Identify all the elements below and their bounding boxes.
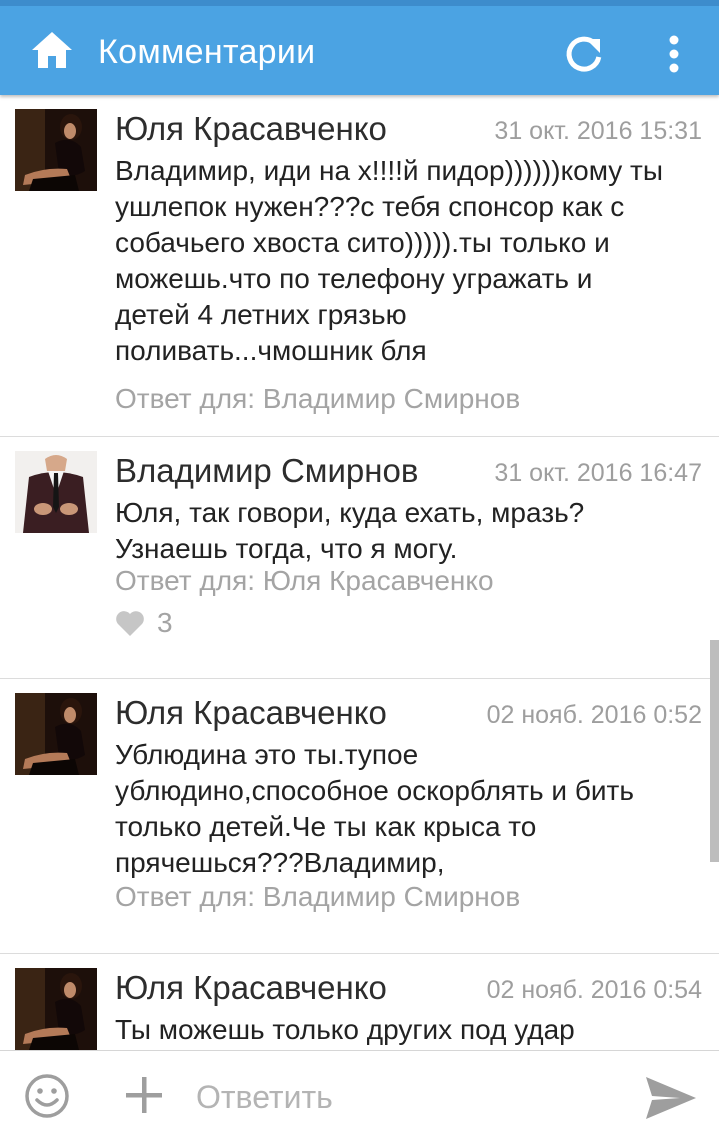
reply-input[interactable]	[196, 1075, 616, 1119]
avatar[interactable]	[15, 451, 97, 533]
comment-text: Владимир, иди на х!!!!й пидор))))))кому …	[115, 153, 710, 369]
comment-text: Ублюдина это ты.тупое ублюдино,способное…	[115, 737, 710, 881]
comment-text-line: Ты можешь только других под удар	[115, 1014, 575, 1045]
home-button[interactable]	[28, 26, 76, 74]
comment-text-line: Узнаешь тогда, что я могу.	[115, 533, 458, 564]
comment-text-line: ублюдино,способное оскорблять и бить	[115, 775, 634, 806]
avatar[interactable]	[15, 693, 97, 775]
avatar[interactable]	[15, 968, 97, 1050]
comment-text-line: можешь.что по телефону угражать и	[115, 263, 593, 294]
comment-text-line: Юля, так говори, куда ехать, мразь?	[115, 497, 585, 528]
comment-text: Юля, так говори, куда ехать, мразь? Узна…	[115, 495, 710, 567]
refresh-icon	[566, 36, 602, 72]
more-vert-icon	[669, 35, 679, 73]
reply-to-link[interactable]: Ответ для: Юля Красавченко	[115, 563, 494, 599]
emoji-button[interactable]	[24, 1073, 70, 1119]
reply-composer	[0, 1050, 719, 1140]
comment-list[interactable]: Юля Красавченко 31 окт. 2016 15:31 Влади…	[0, 95, 719, 1050]
comment-author[interactable]: Юля Красавченко	[115, 693, 387, 733]
comment-date: 31 окт. 2016 15:31	[494, 117, 702, 145]
comment-text-line: собачьего хвоста сито))))).ты только и	[115, 227, 610, 258]
plus-icon	[126, 1077, 162, 1113]
comment-author[interactable]: Юля Красавченко	[115, 109, 387, 149]
reply-to-link[interactable]: Ответ для: Владимир Смирнов	[115, 879, 520, 915]
comment-item[interactable]: Владимир Смирнов 31 окт. 2016 16:47 Юля,…	[0, 437, 719, 679]
comment-text-line: ушлепок нужен???с тебя спонсор как с	[115, 191, 625, 222]
avatar[interactable]	[15, 109, 97, 191]
send-button[interactable]	[642, 1073, 698, 1123]
comment-text-line: прячешься???Владимир,	[115, 847, 445, 878]
page-title: Комментарии	[98, 33, 316, 71]
scrollbar[interactable]	[710, 640, 719, 862]
emoji-icon	[25, 1074, 69, 1118]
comment-text-line: только детей.Че ты как крыса то	[115, 811, 537, 842]
refresh-button[interactable]	[560, 30, 608, 78]
like-button[interactable]: 3	[115, 605, 173, 641]
comment-item[interactable]: Юля Красавченко 31 окт. 2016 15:31 Влади…	[0, 95, 719, 437]
comment-text-line: поливать...чмошник бля	[115, 335, 427, 366]
heart-icon	[116, 611, 144, 636]
comment-date: 02 нояб. 2016 0:52	[486, 701, 702, 729]
send-icon	[646, 1077, 696, 1119]
reply-to-link[interactable]: Ответ для: Владимир Смирнов	[115, 381, 520, 417]
comment-text: Ты можешь только других под удар	[115, 1012, 710, 1048]
app-bar: Комментарии	[0, 0, 719, 95]
comment-date: 31 окт. 2016 16:47	[494, 459, 702, 487]
comment-text-line: Владимир, иди на х!!!!й пидор))))))кому …	[115, 155, 663, 186]
comment-author[interactable]: Юля Красавченко	[115, 968, 387, 1008]
overflow-menu-button[interactable]	[656, 30, 692, 78]
comment-date: 02 нояб. 2016 0:54	[486, 976, 702, 1004]
comment-text-line: детей 4 летних грязью	[115, 299, 407, 330]
comment-text-line: Ублюдина это ты.тупое	[115, 739, 419, 770]
comment-item[interactable]: Юля Красавченко 02 нояб. 2016 0:52 Ублюд…	[0, 679, 719, 954]
home-icon	[32, 32, 72, 68]
comment-author[interactable]: Владимир Смирнов	[115, 451, 418, 491]
like-count: 3	[157, 607, 173, 638]
attach-button[interactable]	[124, 1075, 164, 1115]
comment-item[interactable]: Юля Красавченко 02 нояб. 2016 0:54 Ты мо…	[0, 954, 719, 1050]
